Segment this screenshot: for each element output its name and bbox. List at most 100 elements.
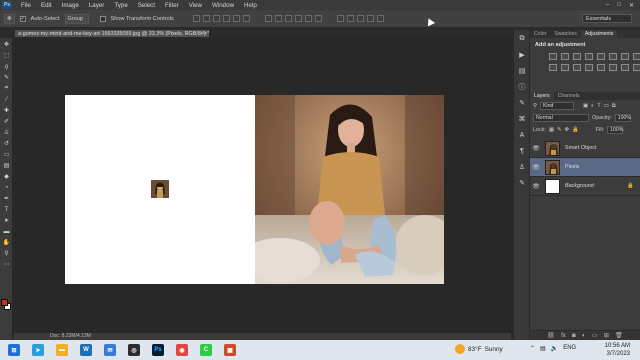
distribute-hcenter-icon[interactable] (304, 15, 312, 22)
rectangle-tool-icon[interactable]: ▬ (2, 227, 11, 236)
lock-all-icon[interactable]: 🔒 (572, 127, 579, 133)
zoom-tool-icon[interactable]: ⚲ (2, 249, 11, 258)
blend-mode-select[interactable]: Normal (533, 114, 589, 122)
language-indicator[interactable]: ENG (563, 345, 576, 352)
brush-panel-icon[interactable]: ✎ (517, 98, 527, 108)
paragraph-panel-icon[interactable]: ¶ (517, 146, 527, 156)
filter-type-icon[interactable]: T (597, 103, 600, 109)
hand-tool-icon[interactable]: ✋ (2, 238, 11, 247)
dodge-tool-icon[interactable]: ◔ (2, 183, 11, 192)
document-tab-close-button[interactable]: × (204, 30, 207, 37)
new-adjustment-icon[interactable]: ◐ (582, 333, 586, 339)
layer-style-icon[interactable]: fx (561, 333, 566, 339)
canvas-white-area[interactable] (65, 95, 255, 284)
show-transform-controls-checkbox[interactable] (99, 15, 106, 22)
link-layers-icon[interactable]: ⛓ (547, 332, 555, 339)
distribute-bottom-icon[interactable] (284, 15, 292, 22)
align-vcenter-icon[interactable] (202, 15, 210, 22)
add-mask-icon[interactable]: ◙ (572, 333, 576, 339)
menu-file[interactable]: File (16, 2, 36, 9)
menu-help[interactable]: Help (239, 2, 262, 9)
lock-transparent-icon[interactable]: ▦ (549, 127, 554, 133)
black-white-icon[interactable] (633, 53, 640, 60)
character-panel-icon[interactable]: A (517, 130, 527, 140)
menu-filter[interactable]: Filter (160, 2, 184, 9)
3d-scale-icon[interactable] (376, 15, 384, 22)
exposure-icon[interactable] (585, 53, 593, 60)
file-explorer-icon[interactable]: ▬ (56, 344, 68, 356)
document-tab[interactable]: a-gomez-my-mind-and-me-key-art-166333505… (14, 29, 210, 38)
visibility-eye-icon[interactable]: 👁 (532, 183, 540, 190)
portrait-photo-layer[interactable] (255, 95, 444, 284)
network-icon[interactable]: ▤ (540, 345, 546, 352)
distribute-left-icon[interactable] (294, 15, 302, 22)
distribute-right-icon[interactable] (314, 15, 322, 22)
tab-color[interactable]: Color (530, 30, 550, 38)
crop-tool-icon[interactable]: ⌗ (2, 84, 11, 93)
fill-field[interactable]: 100% (607, 126, 623, 134)
color-lookup-icon[interactable] (573, 64, 581, 71)
lock-paint-icon[interactable]: ✎ (557, 127, 562, 133)
layer-row[interactable]: 👁 Smart Object (530, 139, 640, 158)
lasso-tool-icon[interactable]: ϙ (2, 62, 11, 71)
photoshop-taskbar-icon[interactable]: Ps (152, 344, 164, 356)
layer-name[interactable]: Pixels (565, 164, 579, 170)
mail-icon[interactable]: ✉ (104, 344, 116, 356)
curves-icon[interactable] (573, 53, 581, 60)
auto-select-mode-dropdown[interactable]: Group (64, 13, 89, 24)
new-group-icon[interactable]: ▭ (592, 332, 598, 339)
align-top-icon[interactable] (192, 15, 200, 22)
lock-move-icon[interactable]: ✥ (565, 127, 570, 133)
tab-layers[interactable]: Layers (530, 92, 554, 100)
align-hcenter-icon[interactable] (232, 15, 240, 22)
auto-select-checkbox[interactable]: ✓ (19, 15, 26, 22)
start-icon[interactable]: ⊞ (8, 344, 20, 356)
posterize-icon[interactable] (597, 64, 605, 71)
path-selection-tool-icon[interactable]: ➤ (2, 216, 11, 225)
photo-filter-icon[interactable] (549, 64, 557, 71)
menu-view[interactable]: View (184, 2, 207, 9)
document-workspace[interactable] (14, 38, 511, 333)
3d-rotate-icon[interactable] (336, 15, 344, 22)
quick-select-tool-icon[interactable]: ✎ (2, 73, 11, 82)
brightness-contrast-icon[interactable] (549, 53, 557, 60)
filter-shape-icon[interactable]: ▭ (604, 103, 609, 109)
distribute-top-icon[interactable] (264, 15, 272, 22)
vibrance-icon[interactable] (597, 53, 605, 60)
chrome-icon[interactable]: ◉ (176, 344, 188, 356)
align-bottom-icon[interactable] (212, 15, 220, 22)
camtasia-icon[interactable]: C (200, 344, 212, 356)
paths-panel-icon[interactable]: ✎ (517, 178, 527, 188)
tray-chevron-icon[interactable]: ⌃ (530, 345, 535, 352)
3d-drag-icon[interactable] (356, 15, 364, 22)
visibility-eye-icon[interactable]: 👁 (532, 145, 540, 152)
layer-name[interactable]: Smart Object (565, 145, 596, 151)
filter-pixel-icon[interactable]: ▣ (583, 103, 588, 109)
tab-adjustments[interactable]: Adjustments (580, 30, 618, 38)
eyedropper-tool-icon[interactable]: ⁄ (2, 95, 11, 104)
layer-name[interactable]: Background (565, 183, 594, 189)
menu-type[interactable]: Type (109, 2, 132, 9)
brush-presets-icon[interactable]: ⌘ (517, 114, 527, 124)
word-icon[interactable]: W (80, 344, 92, 356)
3d-slide-icon[interactable] (366, 15, 374, 22)
actions-panel-icon[interactable]: ▶ (517, 50, 527, 60)
smart-object-thumbnail[interactable] (151, 180, 169, 198)
edit-toolbar-icon[interactable]: ⋯ (2, 260, 11, 269)
layer-row[interactable]: 👁 Background 🔒 (530, 177, 640, 196)
menu-image[interactable]: Image (57, 2, 84, 9)
channel-mixer-icon[interactable] (561, 64, 569, 71)
marquee-tool-icon[interactable]: ⬚ (2, 51, 11, 60)
invert-icon[interactable] (585, 64, 593, 71)
app-icon[interactable]: ◎ (128, 344, 140, 356)
info-panel-icon[interactable]: ⓘ (517, 82, 527, 92)
menu-window[interactable]: Window (207, 2, 239, 9)
maximize-button[interactable]: □ (617, 2, 621, 9)
clock[interactable]: 10:56 AM 3/7/2023 (605, 342, 630, 358)
align-right-icon[interactable] (242, 15, 250, 22)
media-icon[interactable]: ▦ (224, 344, 236, 356)
gradient-map-icon[interactable] (621, 64, 629, 71)
gradient-tool-icon[interactable]: ▤ (2, 161, 11, 170)
type-tool-icon[interactable]: T (2, 205, 11, 214)
brush-tool-icon[interactable]: ✐ (2, 117, 11, 126)
